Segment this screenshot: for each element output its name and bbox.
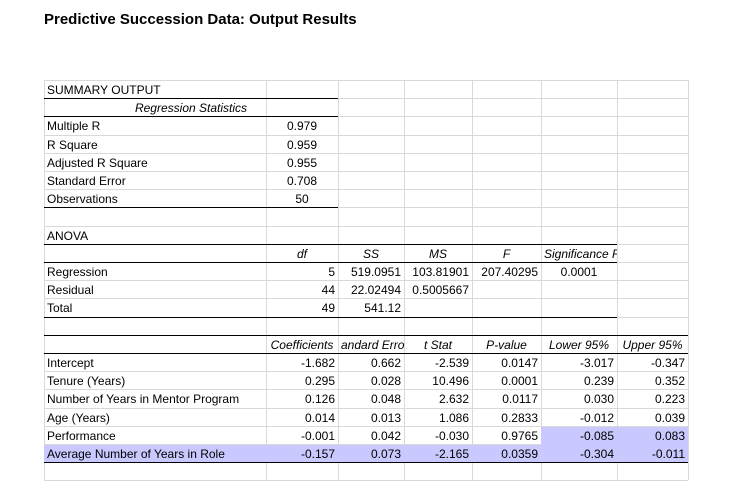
coef-cell: 0.0359: [472, 445, 541, 463]
coef-cell: 0.039: [654, 410, 685, 425]
stat-label: Adjusted R Square: [47, 155, 148, 170]
anova-row-label: Total: [47, 301, 73, 316]
coef-cell: 0.083: [617, 426, 688, 445]
coef-cell: 0.239: [583, 374, 614, 389]
gridline-horizontal: [44, 480, 688, 482]
coef-cell: 0.223: [654, 392, 685, 407]
coef-cell: -1.682: [300, 356, 335, 370]
coef-cell: 0.048: [370, 392, 401, 407]
coef-header: Coefficients: [270, 337, 334, 352]
coef-row-label: Age (Years): [47, 410, 110, 425]
anova-cell: 541.12: [364, 301, 401, 316]
coef-header: t Stat: [423, 337, 452, 352]
coef-cell: 0.662: [370, 356, 401, 370]
stat-value: 0.708: [286, 174, 318, 188]
anova-cell: 22.02494: [350, 283, 401, 298]
anova-cell: [472, 299, 541, 317]
coef-row-label: Intercept: [47, 356, 94, 370]
coef-header: Lower 95%: [548, 337, 610, 352]
coef-cell: 0.9765: [501, 428, 538, 443]
anova-header: SS: [362, 246, 379, 261]
stat-value: 0.955: [286, 155, 318, 170]
spreadsheet-grid[interactable]: SUMMARY OUTPUT Regression Statistics Multi…: [0, 0, 742, 500]
anova-cell: 0.0001: [560, 265, 598, 279]
anova-header: F: [502, 246, 511, 261]
anova-cell: 5: [328, 265, 335, 279]
anova-cell: [472, 281, 541, 299]
coef-cell: 1.086: [438, 410, 469, 425]
coef-cell: -2.165: [404, 445, 472, 463]
anova-cell: 207.40295: [481, 265, 538, 279]
anova-row-label: Regression: [47, 265, 108, 279]
anova-header: df: [296, 246, 307, 261]
stat-label: R Square: [47, 137, 98, 152]
stat-label: Standard Error: [47, 174, 126, 188]
coef-cell: 0.030: [583, 392, 614, 407]
coef-row-label: Tenure (Years): [47, 374, 126, 389]
anova-header: Significance F: [544, 246, 617, 261]
coef-row-label: Performance: [47, 428, 116, 443]
coef-cell: 10.496: [432, 374, 469, 389]
coef-cell: 0.0001: [501, 374, 538, 389]
anova-cell: [541, 281, 617, 299]
anova-cell: 0.5005667: [412, 283, 469, 298]
coef-cell: -0.030: [434, 428, 469, 443]
summary-bottom-border: [44, 207, 338, 209]
coef-cell: 0.028: [370, 374, 401, 389]
coef-cell: -3.017: [579, 356, 614, 370]
coef-cell: -0.085: [541, 426, 617, 445]
coef-bottom-border: [44, 462, 688, 464]
stat-label: Multiple R: [47, 119, 101, 134]
anova-bottom-border: [44, 316, 617, 318]
anova-row-label: Residual: [47, 283, 94, 298]
coef-cell: 0.0117: [502, 392, 538, 407]
coef-cell: -2.539: [434, 356, 469, 370]
anova-header: MS: [429, 246, 447, 261]
coef-cell: 0.2833: [501, 410, 538, 425]
coef-row-label: Number of Years in Mentor Program: [47, 392, 240, 407]
coef-cell: -0.012: [579, 410, 614, 425]
stat-value: 0.959: [286, 137, 318, 152]
coef-cell: -0.347: [650, 356, 685, 370]
anova-cell: 49: [321, 301, 335, 316]
coef-row-label: Average Number of Years in Role: [44, 445, 266, 463]
regression-stats-heading: Regression Statistics: [134, 101, 248, 116]
coef-header: P-value: [486, 337, 527, 352]
coef-cell: 0.014: [304, 410, 335, 425]
coef-cell: 0.295: [304, 374, 335, 389]
coef-cell: -0.001: [300, 428, 335, 443]
anova-heading: ANOVA: [47, 228, 89, 243]
anova-cell: 44: [321, 283, 335, 298]
anova-cell: 519.0951: [350, 265, 401, 279]
coef-cell: 0.352: [654, 374, 685, 389]
coef-cell: 0.073: [338, 445, 404, 463]
stat-value: 50: [295, 192, 309, 207]
anova-cell: [541, 299, 617, 317]
coef-cell: -0.304: [541, 445, 617, 463]
summary-heading: SUMMARY OUTPUT: [47, 83, 161, 97]
coef-header: Upper 95%: [622, 337, 683, 352]
anova-cell: 103.81901: [412, 265, 469, 279]
coef-cell: 2.632: [438, 392, 469, 407]
coef-cell: 0.126: [304, 392, 335, 407]
coef-cell: -0.157: [266, 445, 338, 463]
stat-label: Observations: [47, 192, 118, 207]
gridline-vertical: [688, 80, 689, 481]
coef-cell: -0.011: [617, 445, 688, 463]
stat-value: 0.979: [286, 119, 318, 134]
coef-cell: 0.013: [370, 410, 401, 425]
coef-cell: 0.042: [370, 428, 401, 443]
coef-header: andard Erro: [341, 337, 404, 352]
coef-cell: 0.0147: [501, 356, 538, 370]
anova-cell: [404, 299, 472, 317]
